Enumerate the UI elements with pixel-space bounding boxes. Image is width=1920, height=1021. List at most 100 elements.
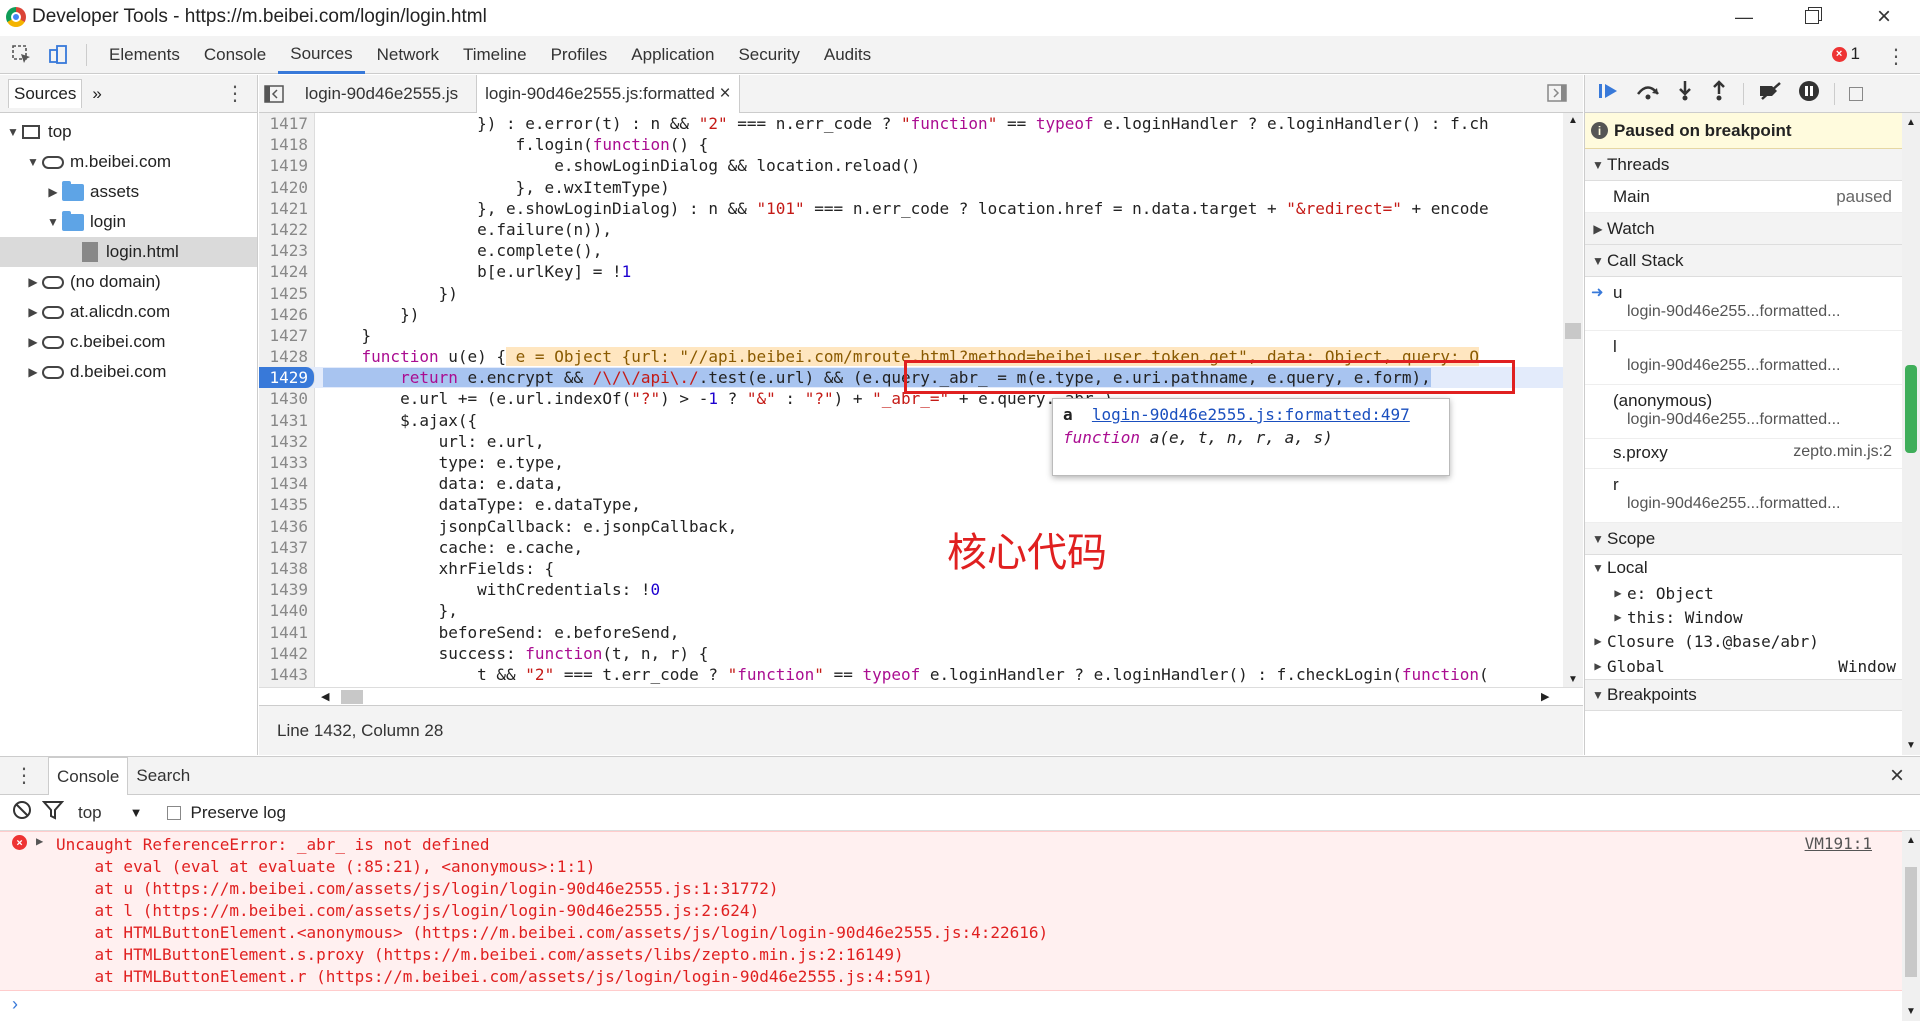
thread-main[interactable]: Main paused [1585,181,1920,213]
line-number[interactable]: 1422 [259,218,315,241]
devtools-menu-button[interactable]: ⋮ [1886,44,1906,69]
error-trace-line[interactable]: at HTMLButtonElement.<anonymous> (https:… [56,922,1920,944]
tooltip-link[interactable]: login-90d46e2555.js:formatted:497 [1092,405,1410,424]
scroll-left-icon[interactable]: ◀ [321,690,329,703]
editor-horizontal-scrollbar[interactable]: ◀ ▶ [259,687,1583,705]
scroll-up-icon[interactable]: ▲ [1568,115,1578,126]
callstack-location[interactable]: login-90d46e255...formatted... [1627,303,1892,321]
editor-tab-formatted[interactable]: login-90d46e2555.js:formatted × [476,74,740,113]
collapse-triangle-icon[interactable]: ▶ [26,305,40,319]
dropdown-arrow-icon[interactable]: ▼ [130,805,143,820]
line-number[interactable]: 1439 [259,579,315,601]
code-line[interactable]: 1435 dataType: e.dataType, [259,494,1583,516]
line-number[interactable]: 1441 [259,621,315,643]
scroll-thumb[interactable] [1565,323,1581,339]
line-number[interactable]: 1419 [259,155,315,177]
code-line[interactable]: 1423 e.complete(), [259,240,1583,262]
drawer-menu-icon[interactable]: ⋮ [10,763,38,788]
deactivate-breakpoints-button[interactable] [1758,81,1784,106]
step-into-button[interactable] [1675,80,1695,107]
code-line[interactable]: 1421 }, e.showLoginDialog) : n && "101" … [259,197,1583,219]
navigator-menu-icon[interactable]: ⋮ [225,81,245,106]
line-number[interactable]: 1437 [259,536,315,558]
scroll-thumb[interactable] [1905,365,1917,453]
panel-tab-console[interactable]: Console [192,36,278,74]
code-line[interactable]: 1440 }, [259,600,1583,622]
device-toolbar-button[interactable] [44,41,72,69]
breakpoints-pane-header[interactable]: ▼ Breakpoints [1585,679,1920,711]
line-number[interactable]: 1418 [259,134,315,156]
line-number[interactable]: 1443 [259,663,315,686]
toggle-navigator-button[interactable] [259,84,289,103]
line-number[interactable]: 1436 [259,515,315,537]
editor-vertical-scrollbar[interactable]: ▲ ▼ [1563,113,1583,687]
line-number[interactable]: 1438 [259,557,315,580]
error-trace-line[interactable]: at u (https://m.beibei.com/assets/js/log… [56,878,1920,900]
scope-variable[interactable]: ▶ this: Window [1585,605,1920,629]
tree-item-domain[interactable]: ▶ c.beibei.com [0,327,257,357]
error-trace-line[interactable]: at l (https://m.beibei.com/assets/js/log… [56,900,1920,922]
panel-tab-elements[interactable]: Elements [97,36,192,74]
async-checkbox[interactable] [1849,86,1863,101]
panel-tab-application[interactable]: Application [619,36,726,74]
tree-item-domain[interactable]: ▶ d.beibei.com [0,357,257,387]
error-trace-line[interactable]: at HTMLButtonElement.r (https://m.beibei… [56,966,1920,988]
line-number[interactable]: 1434 [259,473,315,495]
vm-source-link[interactable]: VM191:1 [1805,834,1872,853]
minimize-button[interactable]: — [1708,0,1780,34]
error-trace-line[interactable]: at HTMLButtonElement.s.proxy (https://m.… [56,944,1920,966]
panel-tab-sources[interactable]: Sources [278,36,365,74]
callstack-frame[interactable]: (anonymous) login-90d46e255...formatted..… [1585,385,1920,439]
filter-button[interactable] [41,800,65,825]
code-line[interactable]: 1425 }) [259,282,1583,304]
callstack-frame[interactable]: ➜ u login-90d46e255...formatted... [1585,277,1920,331]
line-number[interactable]: 1417 [259,113,315,135]
sidebar-scrollbar[interactable]: ▲ ▼ [1902,113,1920,755]
callstack-frame[interactable]: r login-90d46e255...formatted... [1585,469,1920,523]
scroll-up-icon[interactable]: ▲ [1906,117,1916,128]
step-out-button[interactable] [1709,80,1729,107]
panel-tab-timeline[interactable]: Timeline [451,36,539,74]
expand-triangle-icon[interactable]: ▼ [6,125,20,139]
context-selector[interactable]: top [78,803,102,823]
scope-variable[interactable]: ▶ e: Object [1585,581,1920,605]
tree-item-folder[interactable]: ▶ assets [0,177,257,207]
toggle-debugger-button[interactable] [1547,84,1567,107]
hscroll-thumb[interactable] [341,690,363,704]
code-line[interactable]: 1443 t && "2" === t.err_code ? "function… [259,663,1583,686]
callstack-frame[interactable]: l login-90d46e255...formatted... [1585,331,1920,385]
drawer-tab-console[interactable]: Console [48,756,129,795]
watch-pane-header[interactable]: ▶ Watch [1585,213,1920,245]
code-line[interactable]: 1434 data: e.data, [259,473,1583,495]
tree-item-domain[interactable]: ▶ (no domain) [0,267,257,297]
inspect-element-button[interactable] [8,41,36,69]
code-line[interactable]: 1419 e.showLoginDialog && location.reloa… [259,155,1583,177]
console-prompt[interactable]: › [0,991,1920,1017]
scroll-down-icon[interactable]: ▼ [1906,740,1916,751]
line-number[interactable]: 1426 [259,303,315,325]
code-line[interactable]: 1418 f.login(function() { [259,134,1583,156]
step-over-button[interactable] [1635,81,1661,106]
line-number[interactable]: 1430 [259,388,315,410]
navigator-tab-sources[interactable]: Sources [8,79,83,108]
scope-pane-header[interactable]: ▼ Scope [1585,523,1920,555]
scroll-thumb[interactable] [1905,867,1917,977]
preserve-log-checkbox[interactable] [166,805,181,820]
tree-item-domain[interactable]: ▼ m.beibei.com [0,147,257,177]
collapse-triangle-icon[interactable]: ▶ [26,335,40,349]
line-number[interactable]: 1432 [259,430,315,452]
callstack-frame[interactable]: s.proxy zepto.min.js:2 [1585,439,1920,469]
line-number[interactable]: 1435 [259,494,315,516]
drawer-tab-search[interactable]: Search [128,757,198,795]
callstack-location[interactable]: zepto.min.js:2 [1793,443,1892,462]
panel-tab-network[interactable]: Network [365,36,451,74]
clear-console-button[interactable] [12,800,32,825]
scroll-down-icon[interactable]: ▼ [1906,1006,1916,1017]
breakpoint-marker[interactable]: 1429 [259,367,315,389]
collapse-triangle-icon[interactable]: ▶ [26,365,40,379]
code-line[interactable]: 1417 }) : e.error(t) : n && "2" === n.er… [259,113,1583,135]
expand-triangle-icon[interactable]: ▼ [26,155,40,169]
close-drawer-icon[interactable]: × [1890,762,1904,790]
tree-item-domain[interactable]: ▶ at.alicdn.com [0,297,257,327]
line-number[interactable]: 1427 [259,324,315,347]
